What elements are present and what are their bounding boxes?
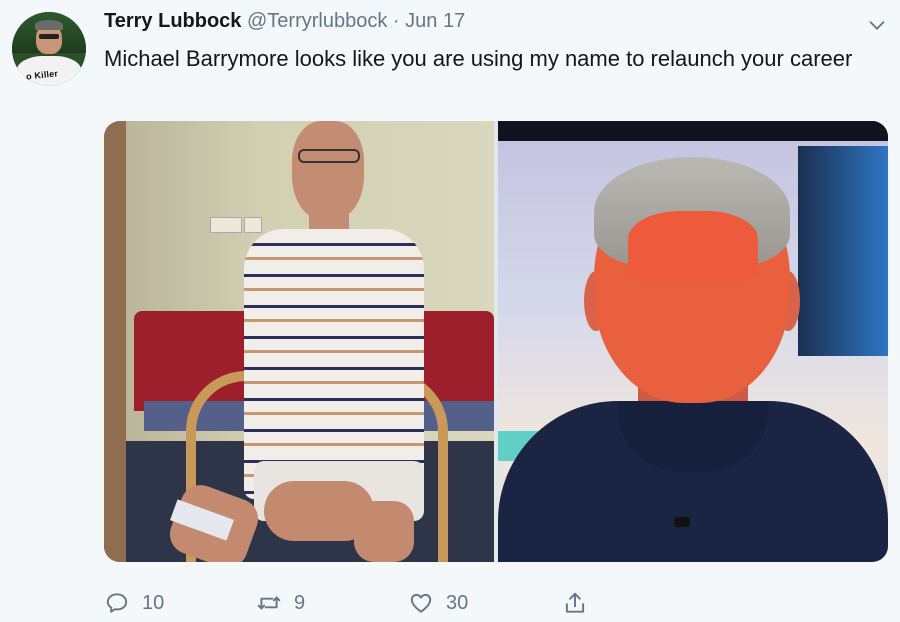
tweet-text: Michael Barrymore looks like you are usi… [104, 46, 853, 71]
reply-icon [106, 593, 128, 613]
photo-left-hands [264, 481, 374, 541]
photo-right-screen [798, 146, 888, 356]
retweet-icon [257, 596, 281, 610]
photo-left-socket [210, 217, 242, 233]
tweet-media[interactable] [104, 121, 888, 562]
like-count: 30 [446, 591, 469, 614]
photo-left-shirt [244, 229, 424, 499]
tweet-actions: 10 9 30 [104, 588, 888, 618]
share-button[interactable] [562, 588, 588, 618]
avatar-hair [35, 20, 63, 30]
heart-icon [410, 593, 432, 613]
retweet-count: 9 [294, 591, 306, 614]
photo-left-socket-2 [244, 217, 262, 233]
tweet-header: Terry Lubbock @Terryrlubbock · Jun 17 [104, 10, 465, 33]
photo-left[interactable] [104, 121, 494, 562]
share-icon [565, 592, 585, 613]
reply-button[interactable]: 10 [104, 588, 164, 618]
tweet-date[interactable]: Jun 17 [405, 10, 465, 32]
avatar[interactable]: o Killer [12, 12, 86, 86]
author-name[interactable]: Terry Lubbock [104, 10, 241, 32]
photo-left-door [104, 121, 126, 562]
photo-right-forehead [628, 211, 758, 281]
photo-right[interactable] [498, 121, 888, 562]
author-handle[interactable]: @Terryrlubbock [247, 10, 387, 32]
separator-dot: · [392, 10, 400, 32]
like-button[interactable]: 30 [408, 588, 468, 618]
retweet-button[interactable]: 9 [256, 588, 305, 618]
reply-count: 10 [142, 591, 165, 614]
avatar-glasses [39, 34, 59, 39]
chevron-down-icon[interactable] [866, 14, 888, 36]
photo-left-glasses [298, 149, 360, 163]
photo-left-head [292, 121, 364, 221]
photo-right-topbar [498, 121, 888, 143]
photo-right-microphone [674, 517, 690, 527]
